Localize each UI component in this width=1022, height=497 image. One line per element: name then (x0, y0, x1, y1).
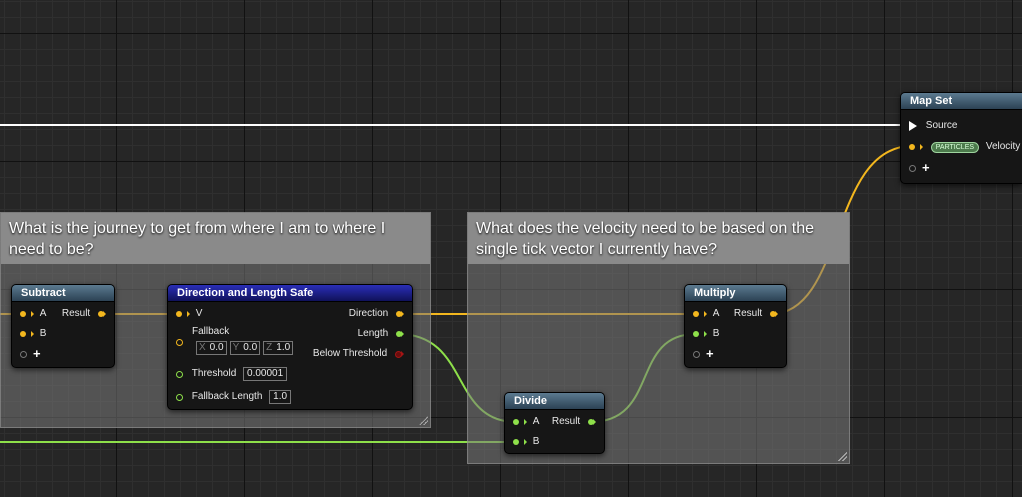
resize-grip-icon[interactable] (837, 451, 847, 461)
vector-pin-icon (770, 311, 776, 317)
comment-title[interactable]: What is the journey to get from where I … (1, 213, 430, 264)
plus-icon: + (33, 346, 41, 361)
pin-result[interactable]: Result (552, 415, 596, 429)
exec-pin-icon (909, 121, 917, 131)
pin-a[interactable]: A (20, 307, 46, 321)
pin-arrow-icon (524, 439, 527, 445)
pin-b[interactable]: B (20, 327, 46, 341)
comment-title[interactable]: What does the velocity need to be based … (468, 213, 849, 264)
pin-b[interactable]: B (513, 435, 539, 449)
pin-arrow-icon (31, 311, 34, 317)
fallback-z-input[interactable]: Z 1.0 (263, 341, 294, 355)
pin-label: Result (733, 308, 763, 319)
pin-label: Result (61, 308, 91, 319)
plus-icon: + (706, 346, 714, 361)
bool-pin-icon (395, 350, 402, 358)
axis-label: Z (266, 342, 273, 353)
pin-arrow-icon (187, 311, 190, 317)
vector-pin-icon (176, 339, 183, 346)
vector-pin-icon (20, 311, 26, 317)
pin-label: Below Threshold (312, 348, 388, 359)
pin-label: Fallback (192, 326, 230, 337)
empty-pin-icon (20, 350, 27, 358)
pin-label: B (39, 328, 47, 339)
pin-arrow-icon (524, 419, 527, 425)
node-title: Subtract (12, 285, 114, 302)
pin-label: V (195, 308, 203, 319)
float-pin-icon (513, 419, 519, 425)
input-value: 0.0 (209, 342, 224, 353)
node-title: Divide (505, 393, 604, 410)
map-set-node[interactable]: Map Set Source PARTICLES Velocity + (900, 92, 1022, 184)
pin-label: A (532, 416, 540, 427)
float-pin-icon (693, 331, 699, 337)
pin-fallback-length[interactable]: Fallback Length 1.0 (176, 390, 292, 404)
graph-canvas[interactable]: What is the journey to get from where I … (0, 0, 1022, 497)
node-title: Map Set (901, 93, 1022, 110)
add-pin-button[interactable]: + (909, 161, 930, 175)
float-pin-icon (396, 331, 402, 337)
vector-pin-icon (396, 311, 402, 317)
multiply-node[interactable]: Multiply A B + Result (684, 284, 787, 368)
pin-v[interactable]: V (176, 307, 202, 321)
pin-label: Result (551, 416, 581, 427)
pin-a[interactable]: A (693, 307, 719, 321)
pin-label: B (532, 436, 540, 447)
pin-result[interactable]: Result (62, 307, 106, 321)
vector-pin-icon (909, 144, 915, 150)
fallback-y-input[interactable]: Y 0.0 (229, 341, 261, 355)
pin-arrow-icon (31, 331, 34, 337)
divide-node[interactable]: Divide A B Result (504, 392, 605, 454)
resize-grip-icon[interactable] (418, 415, 428, 425)
fallback-length-input[interactable]: 1.0 (269, 390, 292, 404)
fallback-x-input[interactable]: X 0.0 (196, 341, 227, 355)
pin-label: A (712, 308, 720, 319)
pin-threshold[interactable]: Threshold 0.00001 (176, 367, 288, 381)
axis-label: Y (232, 342, 240, 353)
pin-velocity[interactable]: PARTICLES Velocity (909, 140, 1020, 154)
pin-arrow-icon (920, 144, 923, 150)
vector-pin-icon (176, 311, 182, 317)
float-pin-icon (176, 370, 183, 378)
axis-label: X (199, 342, 206, 353)
pin-length[interactable]: Length (358, 327, 404, 341)
pin-label: Fallback Length (191, 391, 263, 402)
input-value: 0.0 (243, 342, 258, 353)
pin-b[interactable]: B (693, 327, 719, 341)
pin-label: Threshold (191, 368, 237, 379)
direction-and-length-safe-node[interactable]: Direction and Length Safe V Fallback X 0.… (167, 284, 413, 410)
pin-label: B (712, 328, 720, 339)
pin-label: Direction (348, 308, 389, 319)
subtract-node[interactable]: Subtract A B + Result (11, 284, 115, 368)
float-pin-icon (588, 419, 594, 425)
fallback-vector-inputs: X 0.0 Y 0.0 Z 1.0 (196, 341, 296, 356)
pin-a[interactable]: A (513, 415, 539, 429)
node-title: Multiply (685, 285, 786, 302)
plus-icon: + (922, 160, 930, 175)
pin-below-threshold[interactable]: Below Threshold (313, 347, 404, 361)
pin-label: Source (925, 120, 958, 131)
pin-direction[interactable]: Direction (349, 307, 404, 321)
vector-pin-icon (98, 311, 104, 317)
pin-result[interactable]: Result (734, 307, 778, 321)
add-pin-button[interactable]: + (693, 347, 714, 361)
pin-arrow-icon (704, 311, 707, 317)
pin-arrow-icon (704, 331, 707, 337)
pin-label: A (39, 308, 47, 319)
threshold-input[interactable]: 0.00001 (243, 367, 288, 381)
vector-pin-icon (20, 331, 26, 337)
pin-label: Velocity (985, 141, 1021, 152)
float-pin-icon (513, 439, 519, 445)
empty-pin-icon (693, 350, 700, 358)
input-value: 1.0 (276, 342, 291, 353)
pin-label: Length (357, 328, 389, 339)
float-pin-icon (176, 393, 183, 401)
pin-source[interactable]: Source (909, 119, 957, 133)
namespace-badge: PARTICLES (930, 141, 980, 153)
vector-pin-icon (693, 311, 699, 317)
empty-pin-icon (909, 164, 916, 172)
node-title: Direction and Length Safe (168, 285, 412, 302)
add-pin-button[interactable]: + (20, 347, 41, 361)
